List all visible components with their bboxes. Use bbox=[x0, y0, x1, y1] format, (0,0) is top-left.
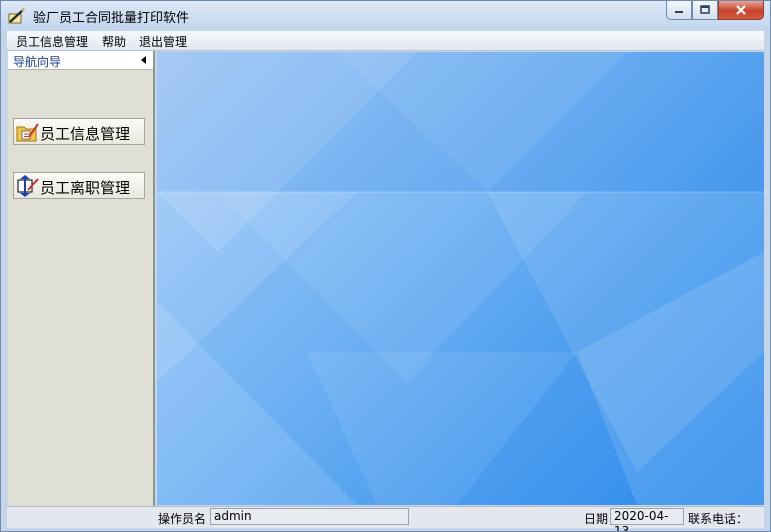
menu-bar: 员工信息管理 帮助 退出管理 bbox=[7, 31, 764, 51]
date-label: 日期 bbox=[584, 512, 609, 526]
move-resize-icon bbox=[17, 175, 39, 197]
window-controls bbox=[666, 1, 764, 21]
menu-help[interactable]: 帮助 bbox=[102, 33, 126, 50]
collapse-arrow-icon[interactable] bbox=[141, 56, 146, 64]
close-button[interactable] bbox=[718, 1, 764, 20]
main-content-area bbox=[157, 52, 764, 505]
nav-button-employee-info[interactable]: 员工信息管理 bbox=[13, 118, 145, 145]
operator-label: 操作员名 bbox=[158, 512, 207, 526]
nav-button-resignation[interactable]: 员工离职管理 bbox=[13, 172, 145, 199]
nav-header: 导航向导 bbox=[8, 51, 153, 70]
navigation-panel: 导航向导 员工信息管理 员工离职管理 bbox=[8, 51, 155, 506]
nav-button-label: 员工离职管理 bbox=[40, 179, 131, 197]
maximize-button[interactable] bbox=[692, 1, 718, 20]
close-icon bbox=[736, 5, 746, 15]
maximize-icon bbox=[700, 5, 710, 14]
minimize-icon bbox=[675, 11, 683, 13]
operator-value: admin bbox=[210, 508, 409, 525]
status-bar: 操作员名 admin 日期 2020-04-13 联系电话： bbox=[7, 506, 764, 531]
app-window: 验厂员工合同批量打印软件 员工信息管理 帮助 退出管理 导航向导 员工信息管理 … bbox=[0, 0, 771, 532]
nav-header-label: 导航向导 bbox=[13, 55, 62, 69]
phone-label: 联系电话： bbox=[688, 512, 749, 526]
menu-exit[interactable]: 退出管理 bbox=[139, 33, 187, 50]
background-pattern bbox=[157, 52, 764, 505]
title-bar[interactable]: 验厂员工合同批量打印软件 bbox=[1, 1, 770, 31]
date-value: 2020-04-13 bbox=[610, 508, 684, 531]
folder-edit-icon bbox=[16, 123, 39, 142]
pencil-notepad-icon bbox=[8, 8, 25, 24]
window-title: 验厂员工合同批量打印软件 bbox=[33, 11, 190, 26]
nav-button-label: 员工信息管理 bbox=[40, 125, 131, 143]
menu-employee-info[interactable]: 员工信息管理 bbox=[16, 33, 88, 50]
minimize-button[interactable] bbox=[666, 1, 692, 20]
